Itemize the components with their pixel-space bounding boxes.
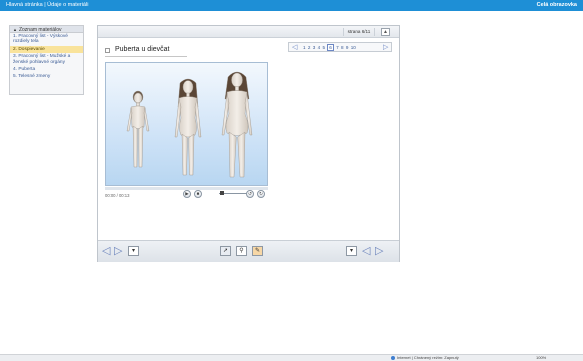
figure-adult: [221, 71, 253, 178]
sidebar-item-2[interactable]: 2. Dospievanie: [10, 45, 83, 54]
slide-title: Puberta u dievčat: [115, 46, 170, 53]
sidebar-item-1[interactable]: 1. Pracovný list - Výskové rozdiely tela: [10, 33, 83, 46]
options-dropdown-icon[interactable]: ▾: [346, 246, 357, 256]
slide-title-row: Puberta u dievčat: [105, 46, 195, 55]
material-list-panel: ▲ Zoznam materiálov 1. Pracovný list - Vý…: [9, 25, 84, 95]
collapse-arrow-icon[interactable]: ▲: [13, 27, 17, 32]
content-viewer: strana 6/11 ▲ Puberta u dievčat ◁ 123456…: [97, 25, 400, 262]
volume-handle[interactable]: [220, 191, 224, 195]
page-number-6[interactable]: 6: [327, 44, 334, 51]
page-navigator: ◁ 1 2 3 4 5 6 7 8 9 10 ▷: [288, 42, 392, 52]
stop-icon[interactable]: ■: [194, 190, 202, 198]
female-figures-image: [126, 71, 253, 178]
forward-icon[interactable]: ↻: [257, 190, 265, 198]
browser-status-bar: Internet | Chránený režim: Zapnutý 100%: [0, 354, 583, 361]
page-number-5[interactable]: 5: [322, 45, 325, 50]
play-icon[interactable]: ▶: [183, 190, 191, 198]
globe-icon: [391, 355, 395, 360]
figure-teen: [174, 78, 202, 176]
page-number-list: 1 2 3 4 5 6 7 8 9 10: [303, 43, 358, 52]
prev-slide-icon[interactable]: ◁: [102, 245, 110, 257]
security-zone-label: Internet | Chránený režim: Zapnutý: [397, 355, 459, 360]
figure-child: [126, 90, 150, 168]
page-indicator: strana 6/11: [343, 28, 375, 36]
page-number-9[interactable]: 9: [346, 45, 349, 50]
pointer-tool-icon[interactable]: ➚: [220, 246, 231, 256]
title-checkbox[interactable]: [105, 48, 110, 53]
top-bar: Hlavná stránka | Údaje o materiáli Celá …: [0, 0, 583, 11]
sidebar-item-3[interactable]: 3. Pracovný list - Mužské a ženské pohla…: [10, 53, 83, 66]
security-zone: Internet | Chránený režim: Zapnutý: [391, 355, 459, 361]
fullscreen-link[interactable]: Celá obrazovka: [537, 0, 577, 11]
sidebar-item-4[interactable]: 4. Puberta: [10, 66, 83, 73]
page-number-3[interactable]: 3: [313, 45, 316, 50]
title-underline: [105, 56, 187, 57]
page-number-8[interactable]: 8: [341, 45, 344, 50]
sidebar-item-5[interactable]: 5. Telesné zmeny: [10, 73, 83, 80]
next-slide-icon[interactable]: ▷: [114, 245, 122, 257]
pager-prev-icon[interactable]: ◁: [292, 43, 297, 52]
rewind-icon[interactable]: ↺: [246, 190, 254, 198]
media-time: 00:00 / 00:13: [105, 193, 130, 198]
puberty-illustration: [105, 62, 268, 186]
material-list-header[interactable]: ▲ Zoznam materiálov: [10, 26, 83, 33]
zoom-tool-icon[interactable]: ⚲: [236, 246, 247, 256]
material-list-title: Zoznam materiálov: [18, 27, 62, 33]
page-number-4[interactable]: 4: [318, 45, 321, 50]
highlighter-tool-icon[interactable]: ✎: [252, 246, 263, 256]
viewer-toolbar: ◁ ▷ ▾ ➚ ⚲ ✎ ▾ ◁ ▷: [98, 240, 399, 262]
page-number-10[interactable]: 10: [351, 45, 356, 50]
menu-dropdown-icon[interactable]: ▾: [128, 246, 139, 256]
page-number-2[interactable]: 2: [308, 45, 311, 50]
collapse-icon[interactable]: ▲: [381, 28, 390, 36]
next-page-icon[interactable]: ▷: [375, 245, 383, 257]
breadcrumb[interactable]: Hlavná stránka | Údaje o materiáli: [6, 0, 88, 11]
viewer-top-bar: strana 6/11 ▲: [98, 26, 399, 38]
page-number-7[interactable]: 7: [336, 45, 339, 50]
zoom-level[interactable]: 100%: [536, 355, 546, 361]
page-number-1[interactable]: 1: [303, 45, 306, 50]
prev-page-icon[interactable]: ◁: [362, 245, 370, 257]
pager-next-icon[interactable]: ▷: [383, 43, 388, 52]
media-controls: 00:00 / 00:13 ▶ ■ ↺ ↻: [105, 186, 268, 200]
